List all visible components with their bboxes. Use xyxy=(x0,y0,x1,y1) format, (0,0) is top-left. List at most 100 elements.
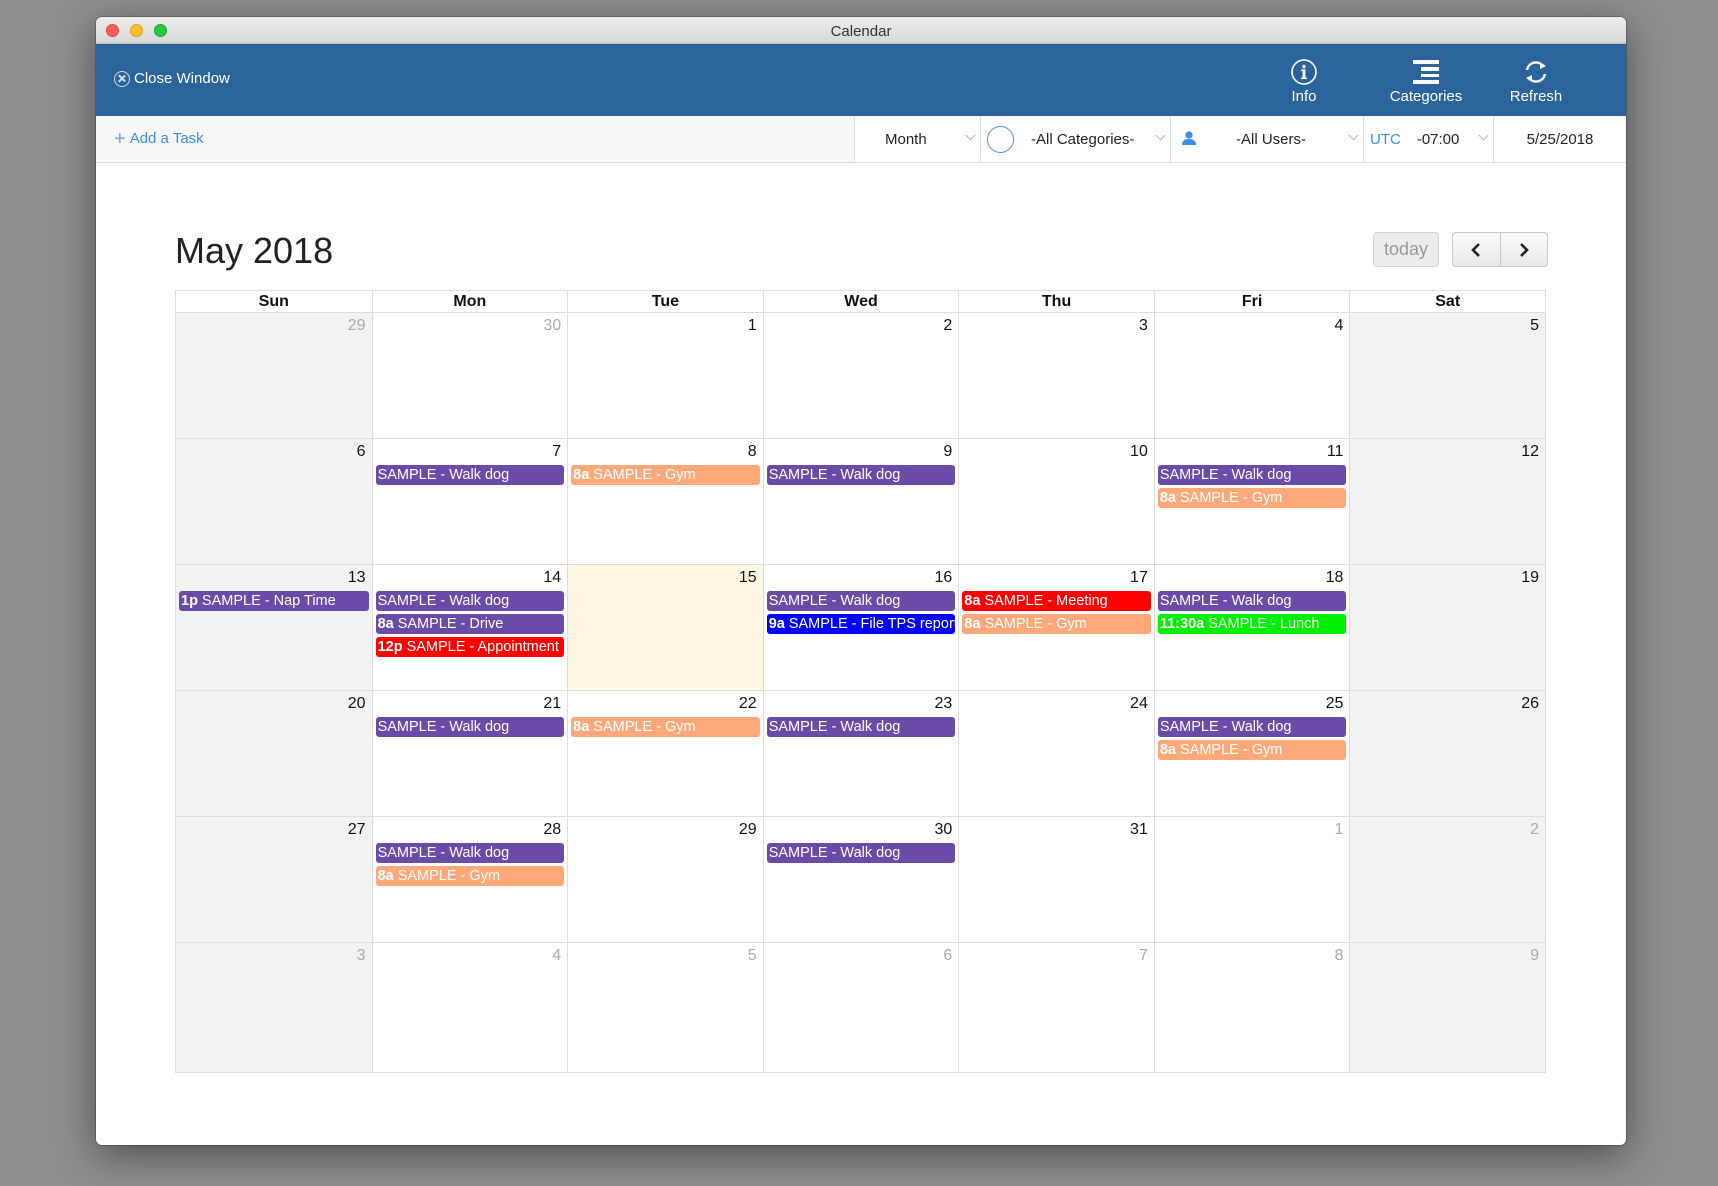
day-number[interactable]: 2 xyxy=(943,317,952,335)
calendar-event[interactable]: 8a SAMPLE - Meeting xyxy=(962,591,1151,611)
day-number[interactable]: 11 xyxy=(1327,443,1344,461)
calendar-event[interactable]: SAMPLE - Walk dog xyxy=(375,843,565,863)
view-select[interactable]: Month xyxy=(854,116,980,162)
day-number[interactable]: 7 xyxy=(1139,947,1148,965)
calendar-event[interactable]: SAMPLE - Walk dog xyxy=(766,843,956,863)
day-number[interactable]: 4 xyxy=(1335,317,1344,335)
calendar-event[interactable]: 8a SAMPLE - Gym xyxy=(571,465,760,485)
day-cell[interactable]: 6 xyxy=(762,943,959,1072)
day-number[interactable]: 30 xyxy=(543,317,561,335)
day-number[interactable]: 29 xyxy=(348,317,366,335)
day-number[interactable]: 9 xyxy=(1530,947,1539,965)
day-cell[interactable]: 13 1p SAMPLE - Nap Time xyxy=(176,565,372,690)
day-cell[interactable]: 29 xyxy=(176,313,372,438)
category-select[interactable]: -All Categories- xyxy=(980,116,1170,162)
day-number[interactable]: 6 xyxy=(943,947,952,965)
day-cell[interactable]: 5 xyxy=(567,943,763,1072)
add-task-button[interactable]: + Add a Task xyxy=(114,129,204,149)
info-button[interactable]: Info xyxy=(1279,56,1329,105)
day-number[interactable]: 17 xyxy=(1130,569,1148,587)
day-number[interactable]: 5 xyxy=(748,947,757,965)
day-number[interactable]: 24 xyxy=(1130,695,1148,713)
day-cell[interactable]: 26 xyxy=(1349,691,1545,816)
day-cell[interactable]: 29 xyxy=(567,817,763,942)
day-cell[interactable]: 25 SAMPLE - Walk dog 8a SAMPLE - Gym xyxy=(1153,691,1350,816)
calendar-event[interactable]: 8a SAMPLE - Gym xyxy=(1157,488,1347,508)
day-cell[interactable]: 18 SAMPLE - Walk dog 11:30a SAMPLE - Lunch xyxy=(1153,565,1350,690)
day-cell[interactable]: 23 SAMPLE - Walk dog xyxy=(762,691,959,816)
day-number[interactable]: 15 xyxy=(739,569,757,587)
day-number[interactable]: 30 xyxy=(934,821,952,839)
day-number[interactable]: 16 xyxy=(934,569,952,587)
day-cell[interactable]: 30 xyxy=(371,313,568,438)
calendar-event[interactable]: SAMPLE - Walk dog xyxy=(766,717,956,737)
day-number[interactable]: 26 xyxy=(1521,695,1539,713)
day-cell[interactable]: 2 xyxy=(1349,817,1545,942)
day-cell[interactable]: 19 xyxy=(1349,565,1545,690)
day-number[interactable]: 28 xyxy=(543,821,561,839)
calendar-event[interactable]: 8a SAMPLE - Gym xyxy=(962,614,1151,634)
calendar-event[interactable]: 8a SAMPLE - Gym xyxy=(1157,740,1347,760)
calendar-event[interactable]: SAMPLE - Walk dog xyxy=(1157,717,1347,737)
day-cell[interactable]: 6 xyxy=(176,439,372,564)
day-number[interactable]: 3 xyxy=(357,947,366,965)
day-cell[interactable]: 3 xyxy=(958,313,1154,438)
calendar-event[interactable]: 8a SAMPLE - Gym xyxy=(375,866,565,886)
day-cell[interactable]: 8 8a SAMPLE - Gym xyxy=(567,439,763,564)
day-number[interactable]: 31 xyxy=(1130,821,1148,839)
calendar-event[interactable]: 9a SAMPLE - File TPS report xyxy=(766,614,956,634)
day-number[interactable]: 1 xyxy=(1335,821,1344,839)
calendar-event[interactable]: SAMPLE - Walk dog xyxy=(766,591,956,611)
day-number[interactable]: 7 xyxy=(552,443,561,461)
day-cell[interactable]: 31 xyxy=(958,817,1154,942)
timezone-select[interactable]: UTC -07:00 xyxy=(1363,116,1493,162)
day-number[interactable]: 29 xyxy=(739,821,757,839)
calendar-event[interactable]: SAMPLE - Walk dog xyxy=(375,717,565,737)
day-number[interactable]: 3 xyxy=(1139,317,1148,335)
day-number[interactable]: 27 xyxy=(348,821,366,839)
day-cell[interactable]: 4 xyxy=(1153,313,1350,438)
day-cell[interactable]: 7 SAMPLE - Walk dog xyxy=(371,439,568,564)
day-cell[interactable]: 10 xyxy=(958,439,1154,564)
day-cell[interactable]: 16 SAMPLE - Walk dog 9a SAMPLE - File TPS r… xyxy=(762,565,959,690)
day-cell[interactable]: 20 xyxy=(176,691,372,816)
calendar-event[interactable]: 11:30a SAMPLE - Lunch xyxy=(1157,614,1347,634)
day-cell[interactable]: 21 SAMPLE - Walk dog xyxy=(371,691,568,816)
categories-button[interactable]: Categories xyxy=(1376,56,1476,105)
calendar-event[interactable]: 12p SAMPLE - Appointment xyxy=(375,637,565,657)
day-number[interactable]: 13 xyxy=(348,569,366,587)
day-number[interactable]: 9 xyxy=(943,443,952,461)
day-cell-today[interactable]: 15 xyxy=(567,565,763,690)
day-number[interactable]: 21 xyxy=(543,695,561,713)
day-number[interactable]: 1 xyxy=(748,317,757,335)
day-cell[interactable]: 27 xyxy=(176,817,372,942)
day-number[interactable]: 5 xyxy=(1530,317,1539,335)
day-cell[interactable]: 12 xyxy=(1349,439,1545,564)
day-cell[interactable]: 11 SAMPLE - Walk dog 8a SAMPLE - Gym xyxy=(1153,439,1350,564)
day-number[interactable]: 12 xyxy=(1521,443,1539,461)
day-cell[interactable]: 4 xyxy=(371,943,568,1072)
day-cell[interactable]: 9 xyxy=(1349,943,1545,1072)
day-number[interactable]: 8 xyxy=(748,443,757,461)
day-number[interactable]: 20 xyxy=(348,695,366,713)
day-number[interactable]: 8 xyxy=(1335,947,1344,965)
day-cell[interactable]: 1 xyxy=(1153,817,1350,942)
day-number[interactable]: 2 xyxy=(1530,821,1539,839)
day-number[interactable]: 14 xyxy=(543,569,561,587)
day-number[interactable]: 25 xyxy=(1326,695,1344,713)
day-cell[interactable]: 17 8a SAMPLE - Meeting 8a SAMPLE - Gym xyxy=(958,565,1154,690)
day-cell[interactable]: 1 xyxy=(567,313,763,438)
day-number[interactable]: 6 xyxy=(357,443,366,461)
day-cell[interactable]: 28 SAMPLE - Walk dog 8a SAMPLE - Gym xyxy=(371,817,568,942)
day-cell[interactable]: 2 xyxy=(762,313,959,438)
calendar-event[interactable]: 8a SAMPLE - Drive xyxy=(375,614,565,634)
calendar-event[interactable]: SAMPLE - Walk dog xyxy=(1157,465,1347,485)
day-cell[interactable]: 22 8a SAMPLE - Gym xyxy=(567,691,763,816)
calendar-event[interactable]: 8a SAMPLE - Gym xyxy=(571,717,760,737)
day-cell[interactable]: 9 SAMPLE - Walk dog xyxy=(762,439,959,564)
day-number[interactable]: 10 xyxy=(1130,443,1148,461)
close-window-button[interactable]: Close Window xyxy=(114,70,230,87)
day-cell[interactable]: 14 SAMPLE - Walk dog 8a SAMPLE - Drive 12p SA… xyxy=(371,565,568,690)
day-number[interactable]: 19 xyxy=(1521,569,1539,587)
calendar-event[interactable]: SAMPLE - Walk dog xyxy=(1157,591,1347,611)
